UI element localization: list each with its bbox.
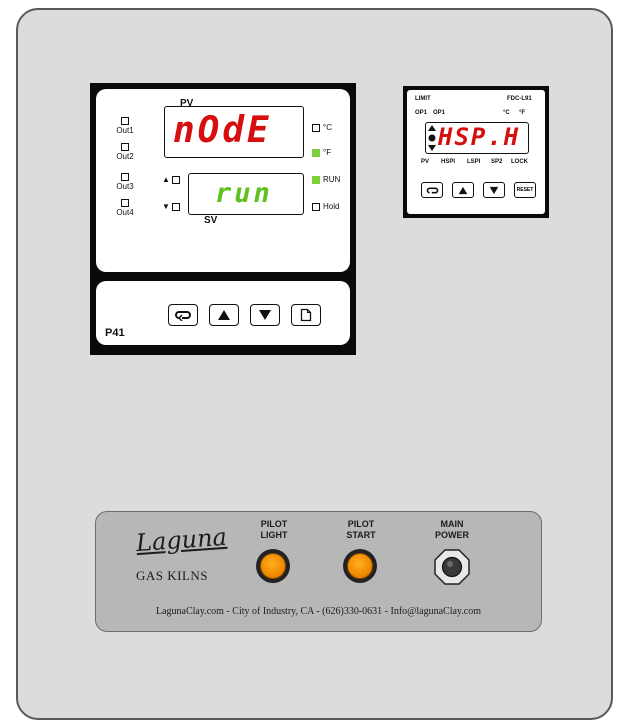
pilot-light-button[interactable] <box>256 549 290 583</box>
p41-controller: PV nOdE run SV Out1 Out2 Out3 Out4 ▲ ▼ °… <box>90 83 356 355</box>
l91-face: LIMIT FDC-L91 OP1 OP1 °C °F HSP.H PV HSP… <box>407 90 545 214</box>
main-power-switch[interactable] <box>433 548 471 586</box>
laguna-logo: Laguna <box>135 522 228 558</box>
main-power-label: MAIN POWER <box>434 519 469 540</box>
celsius-indicator: °C <box>312 123 332 132</box>
l91-down-button[interactable] <box>483 182 505 198</box>
down-arrow-icon <box>259 310 271 320</box>
out2-indicator: Out2 <box>112 143 138 161</box>
sp2-key-label: SP2 <box>491 159 503 165</box>
fahrenheit-indicator: °F <box>312 148 331 157</box>
page-icon <box>300 308 312 322</box>
pv-key-label: PV <box>421 159 430 165</box>
cycle-icon <box>175 311 191 321</box>
lspi-key-label: LSPI <box>467 159 481 165</box>
pilot-start-label: PILOT START <box>346 519 376 540</box>
p41-model-label: P41 <box>105 327 125 339</box>
pilot-light-label: PILOT LIGHT <box>260 519 288 540</box>
out1-indicator: Out1 <box>112 117 138 135</box>
l91-value: HSP.H <box>438 123 521 151</box>
up-arrow-icon <box>218 310 230 320</box>
l91-fahrenheit-label: °F <box>519 110 526 116</box>
p41-keypad: P41 <box>96 281 350 345</box>
up-arrow-icon <box>458 186 468 194</box>
cycle-icon <box>426 187 438 193</box>
reset-button[interactable]: RESET <box>514 182 536 198</box>
op1-label-b: OP1 <box>433 110 446 116</box>
limit-label: LIMIT <box>415 96 431 102</box>
l91-display: HSP.H <box>425 122 529 154</box>
contact-footer: LagunaClay.com - City of Industry, CA - … <box>156 606 481 617</box>
lock-key-label: LOCK <box>511 159 528 165</box>
down-arrow-indicator: ▼ <box>162 202 180 211</box>
pv-value: nOdE <box>173 110 272 151</box>
run-indicator: RUN <box>312 175 340 184</box>
down-button[interactable] <box>250 304 280 326</box>
sv-display: run <box>188 173 304 215</box>
sv-label: SV <box>204 215 218 226</box>
out4-indicator: Out4 <box>112 199 138 217</box>
l91-model-label: FDC-L91 <box>507 96 532 102</box>
hspi-key-label: HSPI <box>441 159 456 165</box>
down-arrow-icon <box>489 186 499 194</box>
hold-indicator: Hold <box>312 202 339 211</box>
up-button[interactable] <box>209 304 239 326</box>
page-button[interactable] <box>291 304 321 326</box>
gas-kilns-logo: GAS KILNS <box>136 568 209 583</box>
cycle-button[interactable] <box>168 304 198 326</box>
l91-controller: LIMIT FDC-L91 OP1 OP1 °C °F HSP.H PV HSP… <box>403 86 549 218</box>
op1-label-a: OP1 <box>415 110 428 116</box>
control-plate: Laguna GAS KILNS PILOT LIGHT PILOT START… <box>95 511 542 632</box>
l91-celsius-label: °C <box>503 110 510 116</box>
out3-indicator: Out3 <box>112 173 138 191</box>
p41-display-face: PV nOdE run SV Out1 Out2 Out3 Out4 ▲ ▼ °… <box>96 89 350 272</box>
pv-display: nOdE <box>164 106 304 158</box>
up-arrow-indicator: ▲ <box>162 175 180 184</box>
pilot-start-button[interactable] <box>343 549 377 583</box>
sv-value: run <box>215 178 273 209</box>
l91-up-button[interactable] <box>452 182 474 198</box>
l91-cycle-button[interactable] <box>421 182 443 198</box>
